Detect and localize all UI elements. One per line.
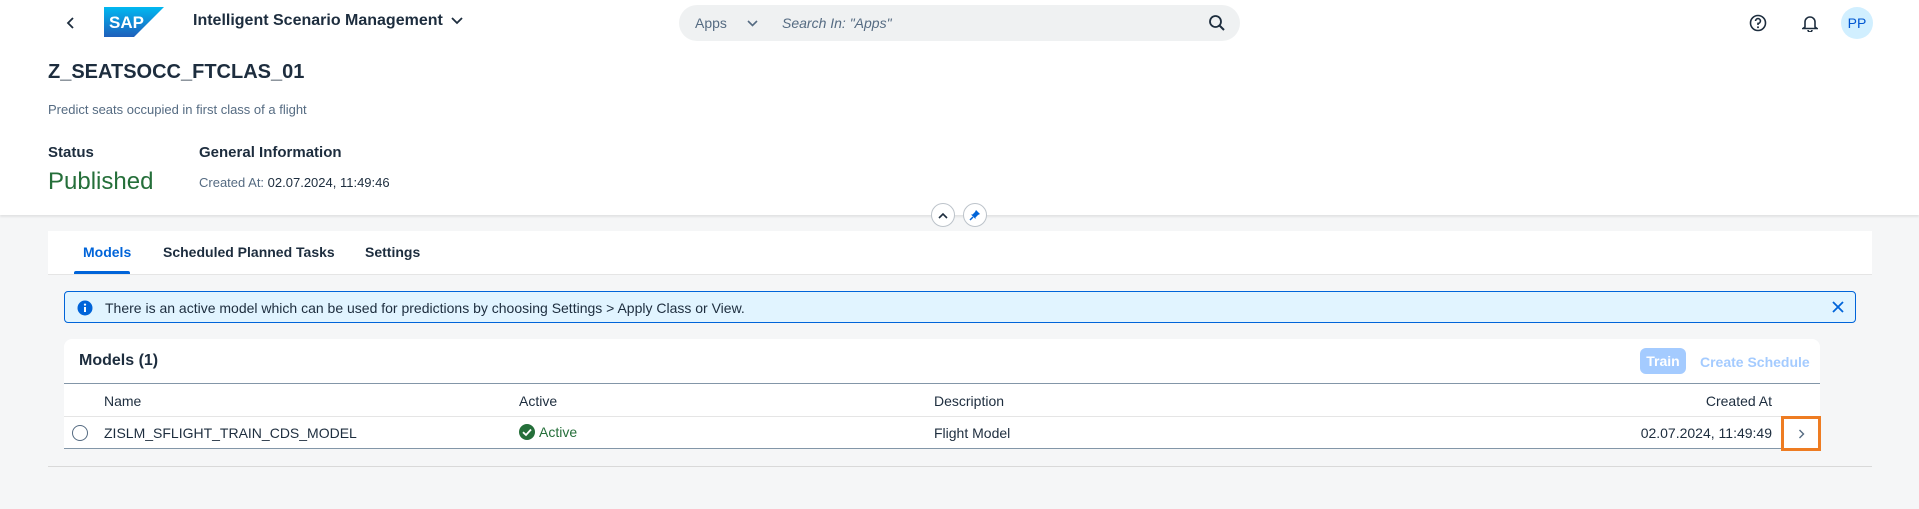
svg-text:SAP: SAP [109,13,144,32]
cell-active: Active [519,424,577,440]
app-title-menu[interactable]: Intelligent Scenario Management [193,12,463,30]
pin-header-button[interactable] [963,203,987,227]
close-icon[interactable] [1831,300,1845,314]
cell-name: ZISLM_SFLIGHT_TRAIN_CDS_MODEL [104,425,357,441]
tab-selection-indicator [74,271,130,274]
column-header-active[interactable]: Active [519,393,557,409]
cell-description: Flight Model [934,425,1011,441]
help-button[interactable] [1746,11,1770,35]
search-input[interactable]: Search In: "Apps" [782,5,892,41]
info-message-text: There is an active model which can be us… [105,300,745,316]
tab-bar: Models Scheduled Planned Tasks Settings [48,231,1872,275]
pin-icon [969,210,980,221]
train-button[interactable]: Train [1640,348,1686,374]
create-schedule-button[interactable]: Create Schedule [1700,354,1810,370]
status-label: Status [48,144,94,161]
collapse-header-icon [938,212,948,219]
avatar[interactable]: PP [1841,7,1873,39]
sap-logo: SAP [104,7,164,37]
active-status-text: Active [539,424,578,440]
shell-bar: SAP Intelligent Scenario Management Apps… [0,0,1919,46]
info-icon [77,300,93,316]
notifications-button[interactable] [1798,11,1822,35]
created-at-value: 02.07.2024, 11:49:46 [267,175,390,190]
row-navigation-button[interactable] [1781,416,1821,451]
collapse-header-button[interactable] [931,203,955,227]
section-divider [48,466,1872,467]
tab-settings[interactable]: Settings [365,244,420,260]
created-at-label: Created At: [199,175,265,190]
tab-scheduled-planned-tasks[interactable]: Scheduled Planned Tasks [163,244,335,260]
back-arrow-icon [66,17,74,29]
bell-icon [1802,16,1818,32]
page-subtitle: Predict seats occupied in first class of… [48,102,307,117]
chevron-right-icon [1798,429,1804,438]
created-at-field: Created At: 02.07.2024, 11:49:46 [199,175,390,190]
back-button[interactable] [58,10,84,36]
column-header-name[interactable]: Name [104,393,141,409]
chevron-down-icon [451,17,463,25]
column-header-created-at[interactable]: Created At [1706,393,1772,409]
search-icon[interactable] [1208,14,1226,32]
table-row[interactable]: ZISLM_SFLIGHT_TRAIN_CDS_MODEL Active Fli… [64,416,1821,451]
search-scope-select[interactable]: Apps [695,5,758,41]
search-scope-value: Apps [695,15,727,31]
general-info-label: General Information [199,144,342,161]
help-icon [1749,14,1767,32]
column-header-description[interactable]: Description [934,393,1004,409]
status-value: Published [48,168,154,195]
search-field[interactable]: Apps Search In: "Apps" [679,5,1240,41]
chevron-down-icon [747,19,758,27]
check-circle-icon [519,424,535,440]
models-table: Models (1) Train Create Schedule Name Ac… [64,339,1821,451]
table-header: Name Active Description Created At [64,383,1820,417]
object-page-header: Z_SEATSOCC_FTCLAS_01 Predict seats occup… [0,46,1919,215]
table-title: Models (1) [79,352,159,369]
tab-models[interactable]: Models [83,244,131,260]
info-message-strip: There is an active model which can be us… [64,291,1856,323]
page-title: Z_SEATSOCC_FTCLAS_01 [48,61,305,83]
content-panel: Models Scheduled Planned Tasks Settings … [48,231,1872,467]
app-title: Intelligent Scenario Management [193,12,443,29]
row-select-radio[interactable] [72,425,88,441]
cell-created-at: 02.07.2024, 11:49:49 [1640,425,1772,441]
